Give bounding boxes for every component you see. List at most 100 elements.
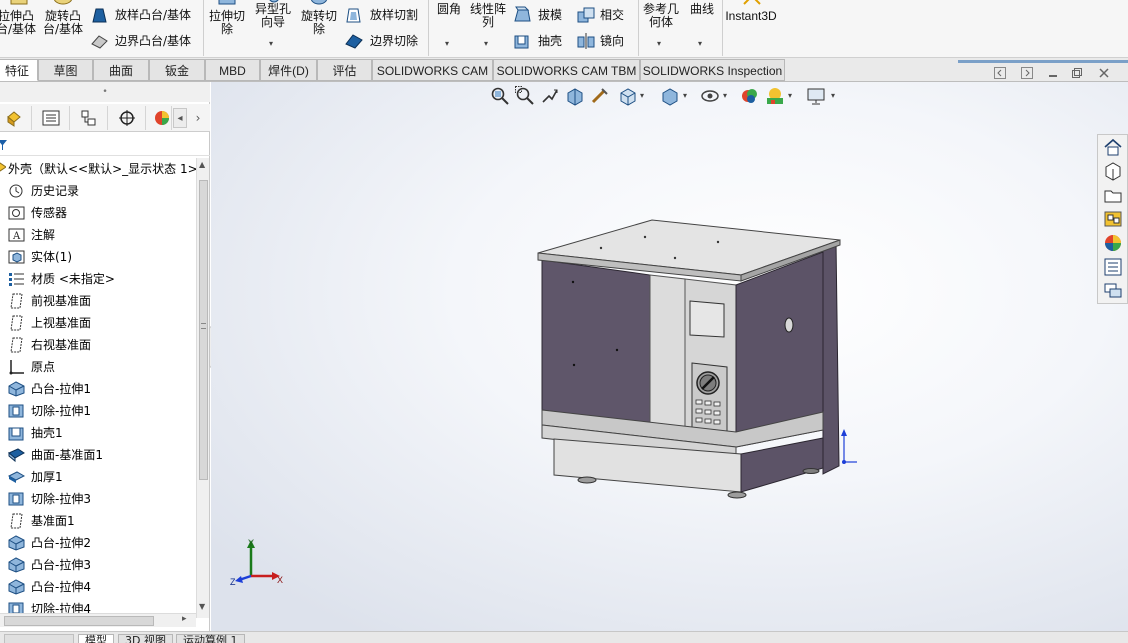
loft-boss-button[interactable]: 放样凸台/基体: [90, 5, 202, 27]
view-orientation-icon[interactable]: [618, 86, 638, 106]
scroll-down-icon[interactable]: ▼: [199, 602, 205, 611]
forum-icon[interactable]: [1103, 281, 1123, 301]
curves-button[interactable]: 曲线 ▾: [684, 0, 720, 56]
filter-icon[interactable]: [0, 138, 8, 152]
tree-item[interactable]: 切除-拉伸3: [0, 488, 196, 510]
intersect-button[interactable]: 相交: [576, 5, 636, 27]
tree-item[interactable]: 原点: [0, 356, 196, 378]
featuremanager-tab[interactable]: [0, 106, 32, 130]
chevron-down-icon[interactable]: ▾: [698, 39, 702, 48]
tree-item[interactable]: 凸台-拉伸4: [0, 576, 196, 598]
tab-features[interactable]: 特征: [0, 59, 38, 81]
dynamic-annotation-view-icon[interactable]: [590, 86, 610, 106]
draft-button[interactable]: 拔模: [512, 5, 572, 27]
shell-button[interactable]: 抽壳: [512, 31, 572, 53]
tree-vertical-scrollbar[interactable]: ▲ ▼: [196, 158, 209, 618]
section-view-icon[interactable]: [565, 86, 585, 106]
reference-geometry-button[interactable]: 参考几 何体 ▾: [641, 0, 681, 56]
chevron-down-icon[interactable]: ▾: [683, 91, 687, 100]
tree-item[interactable]: 传感器: [0, 202, 196, 224]
boundary-cut-button[interactable]: 边界切除: [344, 31, 424, 53]
tree-item[interactable]: 实体(1): [0, 246, 196, 268]
tree-root-part[interactable]: 外壳（默认<<默认>_显示状态 1>: [0, 158, 196, 180]
chevron-down-icon[interactable]: ▾: [788, 91, 792, 100]
tree-item[interactable]: 加厚1: [0, 466, 196, 488]
scrollbar-thumb[interactable]: [199, 180, 208, 480]
chevron-down-icon[interactable]: ▾: [445, 39, 449, 48]
tree-item[interactable]: 前视基准面: [0, 290, 196, 312]
linear-pattern-button[interactable]: 线性阵 列 ▾: [468, 0, 508, 56]
scroll-right-icon[interactable]: ▸: [182, 614, 187, 624]
view-palette-icon[interactable]: [1103, 209, 1123, 229]
chevron-down-icon[interactable]: ▾: [723, 91, 727, 100]
tree-item[interactable]: 右视基准面: [0, 334, 196, 356]
zoom-to-fit-icon[interactable]: [490, 86, 510, 106]
tree-item[interactable]: 上视基准面: [0, 312, 196, 334]
tab-sketch[interactable]: 草图: [38, 59, 93, 81]
next-window-icon[interactable]: [1021, 67, 1033, 79]
restore-icon[interactable]: [1071, 67, 1083, 79]
displaymanager-tab[interactable]: [146, 106, 172, 130]
tree-item[interactable]: 凸台-拉伸2: [0, 532, 196, 554]
hide-show-items-icon[interactable]: [700, 86, 720, 106]
propertymanager-tab[interactable]: [32, 106, 70, 130]
view-settings-icon[interactable]: [806, 86, 826, 106]
tree-item[interactable]: 材质 <未指定>: [0, 268, 196, 290]
file-explorer-icon[interactable]: [1103, 185, 1123, 205]
scroll-up-icon[interactable]: ▲: [199, 160, 205, 169]
previous-view-icon[interactable]: [540, 86, 560, 106]
tab-solidworks-inspection[interactable]: SOLIDWORKS Inspection: [640, 59, 785, 81]
zoom-to-area-icon[interactable]: [515, 86, 535, 106]
chevron-down-icon[interactable]: ▾: [657, 39, 661, 48]
close-icon[interactable]: [1098, 67, 1110, 79]
tree-item[interactable]: 基准面1: [0, 510, 196, 532]
chevron-right-icon[interactable]: ›: [189, 108, 207, 128]
tab-evaluate[interactable]: 评估: [317, 59, 372, 81]
revolve-cut-button[interactable]: 旋转切 除: [298, 0, 340, 56]
loft-cut-button[interactable]: 放样切割: [344, 5, 424, 27]
tab-solidworks-cam[interactable]: SOLIDWORKS CAM: [372, 59, 493, 81]
tree-item[interactable]: 切除-拉伸1: [0, 400, 196, 422]
mirror-button[interactable]: 镜向: [576, 31, 636, 53]
cabinet-model[interactable]: [537, 219, 857, 499]
home-icon[interactable]: [1103, 137, 1123, 157]
tab-solidworks-cam-tbm[interactable]: SOLIDWORKS CAM TBM: [493, 59, 640, 81]
configurationmanager-tab[interactable]: [70, 106, 108, 130]
graphics-area[interactable]: Y X Z: [211, 82, 1128, 631]
fillet-button[interactable]: 圆角 ▾: [432, 0, 466, 56]
chevron-down-icon[interactable]: ▾: [640, 91, 644, 100]
tab-surfaces[interactable]: 曲面: [93, 59, 149, 81]
custom-properties-icon[interactable]: [1103, 257, 1123, 277]
revolve-boss-button[interactable]: 旋转凸 台/基体: [40, 0, 86, 56]
tree-item[interactable]: 曲面-基准面1: [0, 444, 196, 466]
instant3d-button[interactable]: Instant3D: [724, 0, 778, 56]
tab-nav-arrows[interactable]: [4, 634, 74, 643]
tree-item[interactable]: 历史记录: [0, 180, 196, 202]
tab-mbd[interactable]: MBD: [205, 59, 260, 81]
tree-item[interactable]: 凸台-拉伸1: [0, 378, 196, 400]
tab-motion-study[interactable]: 运动算例 1: [176, 634, 245, 643]
tab-model[interactable]: 模型: [78, 634, 114, 643]
chevron-down-icon[interactable]: ▾: [831, 91, 835, 100]
tab-weldments[interactable]: 焊件(D): [260, 59, 317, 81]
tree-item[interactable]: 抽壳1: [0, 422, 196, 444]
previous-window-icon[interactable]: [994, 67, 1006, 79]
chevron-down-icon[interactable]: ▾: [484, 39, 488, 48]
design-library-icon[interactable]: [1103, 161, 1123, 181]
display-style-icon[interactable]: [660, 86, 680, 106]
extrude-cut-button[interactable]: 拉伸切 除: [206, 0, 248, 56]
edit-appearance-icon[interactable]: [740, 86, 760, 106]
hole-wizard-button[interactable]: 异型孔 向导 ▾: [251, 0, 295, 56]
chevron-left-icon[interactable]: ◂: [173, 108, 187, 128]
apply-scene-icon[interactable]: [765, 86, 785, 106]
tab-3d-views[interactable]: 3D 视图: [118, 634, 173, 643]
minimize-icon[interactable]: [1047, 67, 1059, 79]
extrude-boss-button[interactable]: 拉伸凸 台/基体: [0, 0, 38, 56]
tree-item[interactable]: A 注解: [0, 224, 196, 246]
tree-horizontal-scrollbar[interactable]: ▸: [0, 613, 196, 627]
boundary-boss-button[interactable]: 边界凸台/基体: [90, 31, 202, 53]
chevron-down-icon[interactable]: ▾: [269, 39, 273, 48]
tree-item[interactable]: 凸台-拉伸3: [0, 554, 196, 576]
tab-sheet-metal[interactable]: 钣金: [149, 59, 205, 81]
scrollbar-thumb[interactable]: [4, 616, 154, 626]
